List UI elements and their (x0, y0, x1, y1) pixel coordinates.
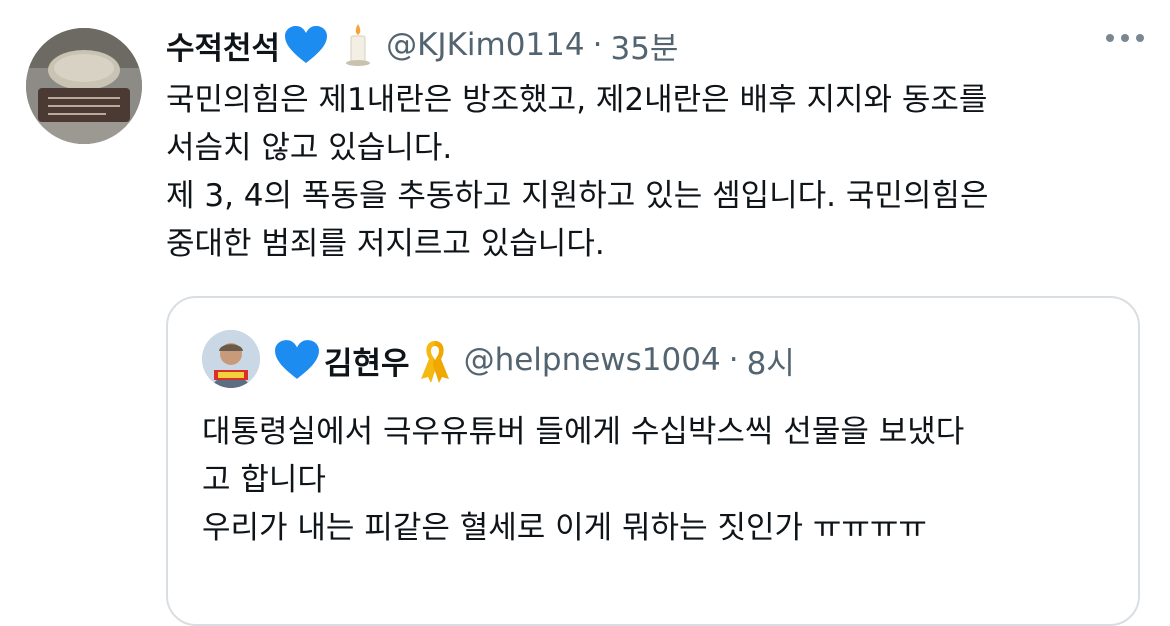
quoted-author-name[interactable]: 김현우 (324, 338, 410, 383)
author-handle[interactable]: @KJKim0114 (386, 27, 585, 63)
quoted-tweet-header: 김현우 @helpnews1004 · 8시 (274, 332, 795, 388)
tweet-header: 수적천석 @KJKim0114 · 35분 (166, 20, 678, 70)
quoted-text-line: 대통령실에서 극우유튜버 들에게 수십박스씩 선물을 보냈다 (202, 414, 965, 450)
quoted-author-handle[interactable]: @helpnews1004 (464, 342, 721, 378)
blue-heart-icon (274, 339, 320, 381)
quoted-author-avatar[interactable] (202, 330, 260, 388)
tweet-text: 국민의힘은 제1내란은 방조했고, 제2내란은 배후 지지와 동조를 서슴치 않… (166, 76, 1156, 268)
avatar-memorial-stone-image (26, 28, 142, 144)
quoted-tweet[interactable]: 김현우 @helpnews1004 · 8시 대통령실에서 극우유튜버 들에게 … (166, 296, 1140, 626)
quoted-text-line: 고 합니다 (202, 462, 326, 498)
quoted-tweet-time[interactable]: 8시 (747, 338, 795, 383)
candle-icon (344, 23, 372, 67)
quoted-text-line: 우리가 내는 피같은 혈세로 이게 뭐하는 짓인가 ㅠㅠㅠㅠ (202, 510, 927, 546)
yellow-ribbon-icon (418, 337, 452, 383)
blue-heart-icon (284, 25, 328, 65)
tweet-text-line: 국민의힘은 제1내란은 방조했고, 제2내란은 배후 지지와 동조를 (166, 82, 988, 118)
tweet-text-line: 서슴치 않고 있습니다. (166, 130, 453, 166)
tweet-text-line: 중대한 범죄를 저지르고 있습니다. (166, 226, 605, 262)
avatar-person-image (202, 330, 260, 388)
separator-dot: · (728, 342, 739, 378)
tweet-time[interactable]: 35분 (610, 23, 678, 68)
author-name[interactable]: 수적천석 (166, 23, 280, 68)
separator-dot: · (592, 27, 603, 63)
author-avatar[interactable] (26, 28, 142, 144)
more-options-icon[interactable] (1106, 34, 1144, 42)
tweet-text-line: 제 3, 4의 폭동을 추동하고 지원하고 있는 셈입니다. 국민의힘은 (166, 178, 989, 214)
quoted-tweet-text: 대통령실에서 극우유튜버 들에게 수십박스씩 선물을 보냈다 고 합니다 우리가… (202, 408, 1122, 552)
